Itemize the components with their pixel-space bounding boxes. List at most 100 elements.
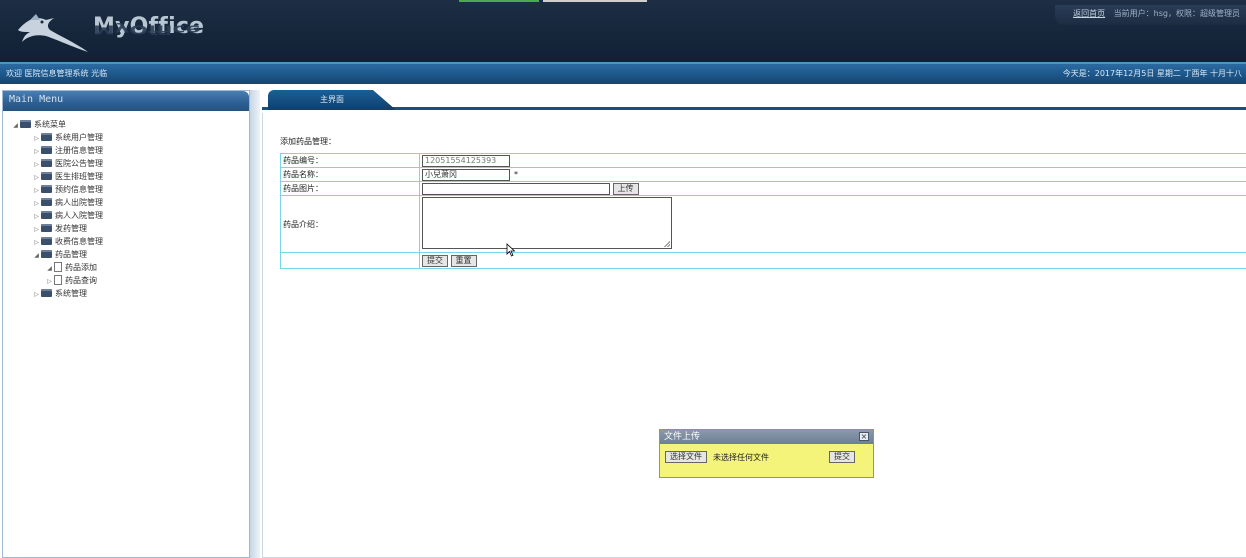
intro-cell	[419, 195, 1246, 253]
sidebar-item-dispense[interactable]: ▷ 发药管理	[32, 223, 87, 235]
sidebar-item-drug-add[interactable]: ◢ 药品添加	[45, 262, 97, 274]
home-link[interactable]: 返回首页	[1073, 9, 1105, 18]
choose-file-button[interactable]: 选择文件	[665, 451, 707, 463]
top-strip-gray	[543, 0, 647, 2]
drug-intro-textarea[interactable]	[422, 197, 672, 249]
folder-icon	[41, 185, 52, 193]
expanded-arrow-icon: ◢	[34, 252, 39, 259]
document-icon	[54, 262, 62, 272]
folder-icon	[41, 172, 52, 180]
folder-icon	[41, 250, 52, 258]
app-logo-reflection: MyOffice	[93, 22, 201, 36]
sidebar-item-label: 系统管理	[55, 289, 87, 298]
collapsed-arrow-icon: ▷	[47, 278, 52, 285]
sidebar-item-discharge[interactable]: ▷ 病人出院管理	[32, 197, 103, 209]
form-row-image: 药品图片： 上传	[280, 181, 1246, 196]
drug-image-input[interactable]	[422, 182, 610, 195]
welcome-text: 欢迎 医院信息管理系统 光临	[6, 69, 108, 78]
form-row-actions: 提交 重置	[280, 252, 1246, 269]
tab-bar: 主界面	[262, 90, 1246, 110]
form-row-code: 药品编号： 12051554125393	[280, 153, 1246, 168]
sidebar-item-schedule[interactable]: ▷ 医生排班管理	[32, 171, 103, 183]
document-icon	[54, 275, 62, 285]
collapsed-arrow-icon: ▷	[34, 226, 39, 233]
close-icon[interactable]: ×	[859, 432, 869, 441]
folder-icon	[41, 211, 52, 219]
folder-icon	[41, 159, 52, 167]
name-label: 药品名称：	[280, 167, 420, 182]
info-bar: 欢迎 医院信息管理系统 光临 今天是：2017年12月5日 星期二 丁酉年 十月…	[0, 62, 1246, 84]
drug-form-table: 药品编号： 12051554125393 药品名称： 小兒萧冈 * 药品图片： 上…	[280, 153, 1246, 269]
collapsed-arrow-icon: ▷	[34, 148, 39, 155]
folder-icon	[41, 133, 52, 141]
form-row-name: 药品名称： 小兒萧冈 *	[280, 167, 1246, 182]
folder-icon	[41, 237, 52, 245]
no-file-text: 未选择任何文件	[713, 453, 769, 462]
expanded-arrow-icon: ◢	[47, 265, 52, 272]
collapsed-arrow-icon: ▷	[34, 161, 39, 168]
reset-button[interactable]: 重置	[450, 254, 477, 267]
sidebar-item-registration[interactable]: ▷ 注册信息管理	[32, 145, 103, 157]
sidebar-item-notice[interactable]: ▷ 医院公告管理	[32, 158, 103, 170]
dialog-title: 文件上传	[664, 432, 701, 442]
collapsed-arrow-icon: ▷	[34, 174, 39, 181]
tree-root-label: 系统菜单	[34, 120, 66, 129]
code-label: 药品编号：	[280, 153, 420, 168]
header-user-panel: 返回首页 当前用户：hsg，权限：超级管理员	[1055, 5, 1246, 25]
sidebar: Main Menu ◢ 系统菜单 ▷ 系统用户管理 ▷ 注册信息管理 ▷ 医院公告管理 …	[2, 90, 250, 558]
sidebar-item-appointment[interactable]: ▷ 预约信息管理	[32, 184, 103, 196]
required-mark: *	[514, 170, 518, 179]
main-area: 主界面 添加药品管理： 药品编号： 12051554125393 药品名称： 小…	[262, 90, 1246, 558]
actions-cell: 提交 重置	[419, 252, 1246, 269]
sidebar-item-user-mgmt[interactable]: ▷ 系统用户管理	[32, 132, 103, 144]
form-row-intro: 药品介绍：	[280, 195, 1246, 253]
sidebar-item-label: 医生排班管理	[55, 172, 103, 181]
resize-grip-icon[interactable]	[664, 241, 670, 247]
upload-button[interactable]: 上传	[612, 182, 639, 195]
tree-root[interactable]: ◢ 系统菜单	[11, 119, 66, 131]
mouse-cursor-icon	[506, 243, 516, 257]
sidebar-item-label: 药品管理	[55, 250, 87, 259]
app-header: MyOffice MyOffice 返回首页 当前用户：hsg，权限：超级管理员	[0, 0, 1246, 62]
sidebar-item-label: 注册信息管理	[55, 146, 103, 155]
sidebar-item-drug-query[interactable]: ▷ 药品查询	[45, 275, 97, 287]
sidebar-item-label: 医院公告管理	[55, 159, 103, 168]
dialog-submit-button[interactable]: 提交	[829, 451, 855, 463]
sidebar-item-label: 病人出院管理	[55, 198, 103, 207]
browser-top-strip	[459, 0, 649, 2]
file-upload-dialog: 文件上传 × 选择文件 未选择任何文件 提交	[659, 429, 874, 478]
sidebar-item-drug-mgmt[interactable]: ◢ 药品管理	[32, 249, 87, 261]
drug-name-input[interactable]: 小兒萧冈	[422, 168, 510, 181]
top-strip-green	[459, 0, 539, 2]
image-label: 药品图片：	[280, 181, 420, 196]
sidebar-item-label: 系统用户管理	[55, 133, 103, 142]
expanded-arrow-icon: ◢	[13, 122, 18, 129]
sidebar-item-label: 预约信息管理	[55, 185, 103, 194]
collapsed-arrow-icon: ▷	[34, 291, 39, 298]
folder-icon	[20, 120, 31, 128]
submit-button[interactable]: 提交	[422, 254, 448, 267]
folder-icon	[41, 146, 52, 154]
collapsed-arrow-icon: ▷	[34, 135, 39, 142]
folder-icon	[41, 198, 52, 206]
sidebar-item-system[interactable]: ▷ 系统管理	[32, 288, 87, 300]
date-text: 今天是：2017年12月5日 星期二 丁酉年 十月十八	[1062, 69, 1242, 78]
dialog-title-bar: 文件上传 ×	[660, 430, 873, 444]
collapsed-arrow-icon: ▷	[34, 239, 39, 246]
folder-icon	[41, 224, 52, 232]
sidebar-item-admission[interactable]: ▷ 病人入院管理	[32, 210, 103, 222]
current-user-info: 当前用户：hsg，权限：超级管理员	[1113, 9, 1240, 18]
sidebar-item-label: 收费信息管理	[55, 237, 103, 246]
tab-main[interactable]: 主界面	[268, 90, 396, 110]
folder-icon	[41, 289, 52, 297]
image-cell: 上传	[419, 181, 1246, 196]
collapsed-arrow-icon: ▷	[34, 187, 39, 194]
content-panel: 添加药品管理： 药品编号： 12051554125393 药品名称： 小兒萧冈 *…	[262, 113, 1246, 558]
form-title: 添加药品管理：	[280, 137, 336, 146]
main-menu-title: Main Menu	[3, 91, 249, 111]
left-panel-divider[interactable]	[250, 90, 260, 558]
drug-code-input[interactable]: 12051554125393	[422, 154, 510, 167]
sidebar-item-billing[interactable]: ▷ 收费信息管理	[32, 236, 103, 248]
collapsed-arrow-icon: ▷	[34, 200, 39, 207]
sidebar-item-label: 药品查询	[65, 276, 97, 285]
